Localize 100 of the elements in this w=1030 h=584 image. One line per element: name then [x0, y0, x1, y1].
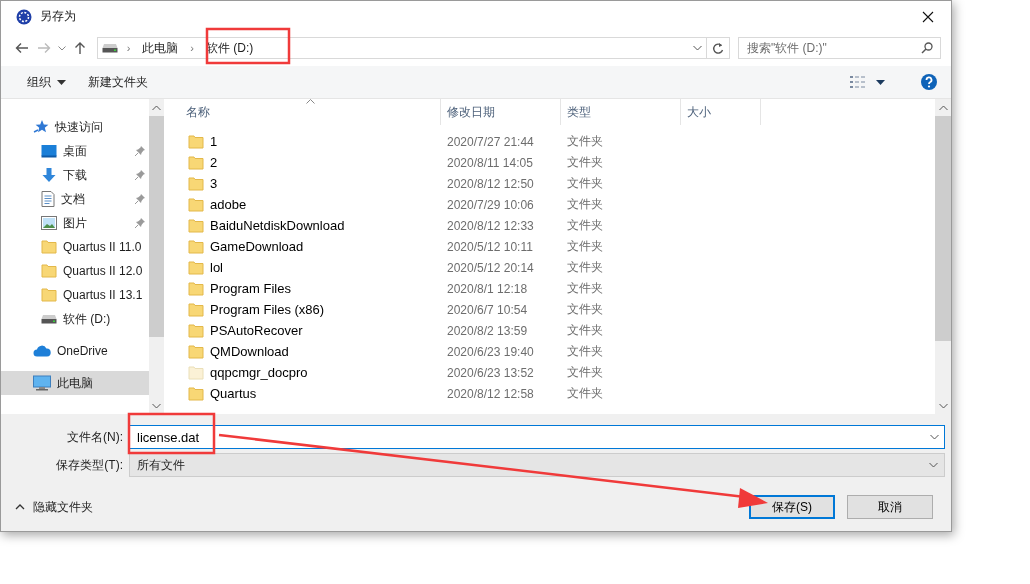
nav-item[interactable]: Quartus II 12.0	[1, 259, 149, 283]
computer-icon	[33, 375, 51, 391]
file-type-dropdown[interactable]: 所有文件	[129, 453, 945, 477]
date-cell-text: 2020/6/7 10:54	[446, 302, 529, 317]
folder-icon	[41, 288, 57, 302]
type-cell-text: 文件夹	[566, 322, 604, 339]
breadcrumb[interactable]: 此电脑	[139, 39, 182, 57]
chevron-up-icon	[15, 504, 25, 510]
date-cell-text: 2020/8/1 12:18	[446, 281, 529, 296]
date-cell-text: 2020/6/23 13:52	[446, 365, 535, 380]
file-name[interactable]: 1	[164, 134, 441, 149]
type-cell-text: 文件夹	[566, 343, 604, 360]
cancel-button[interactable]: 取消	[847, 495, 933, 519]
sort-caret-icon	[306, 99, 315, 104]
filename-field[interactable]: license.dat	[129, 425, 945, 449]
up-arrow-icon	[73, 41, 86, 55]
chevron-up-icon	[938, 104, 948, 111]
organize-menu-button[interactable]: 组织	[19, 70, 74, 94]
details-view-icon	[850, 76, 866, 88]
hide-folders-button[interactable]: 隐藏文件夹	[15, 496, 93, 518]
breadcrumb-separator: ›	[126, 42, 131, 54]
file-name[interactable]: PSAutoRecover	[164, 323, 441, 338]
date-cell-text: 2020/5/12 20:14	[446, 260, 535, 275]
file-name[interactable]: QMDownload	[164, 344, 441, 359]
file-name[interactable]: Program Files	[164, 281, 441, 296]
type-cell-text: 文件夹	[566, 238, 604, 255]
monitor-icon	[41, 144, 57, 158]
date-cell-text: 2020/8/12 12:33	[446, 218, 535, 233]
nav-item[interactable]: Quartus II 11.0	[1, 235, 149, 259]
type-cell-text: 文件夹	[566, 364, 604, 381]
search-field[interactable]: 搜索"软件 (D:)"	[738, 37, 941, 59]
date-cell-text: 2020/8/2 13:59	[446, 323, 529, 338]
file-type-label: 保存类型(T):	[55, 456, 124, 474]
search-icon	[921, 42, 933, 54]
nav-item[interactable]: 软件 (D:)	[1, 307, 149, 331]
star-icon	[33, 119, 49, 135]
file-name[interactable]: BaiduNetdiskDownload	[164, 218, 441, 233]
nav-item[interactable]: 快速访问	[1, 115, 149, 139]
chevron-down-icon	[692, 45, 702, 51]
nav-item[interactable]: 文档	[1, 187, 149, 211]
type-cell-text: 文件夹	[566, 217, 604, 234]
type-cell-text: 文件夹	[566, 259, 604, 276]
nav-item[interactable]: OneDrive	[1, 339, 149, 363]
type-cell-text: 文件夹	[566, 133, 604, 150]
date-cell-text: 2020/8/12 12:58	[446, 386, 535, 401]
refresh-button[interactable]	[707, 37, 730, 59]
type-cell-text: 文件夹	[566, 385, 604, 402]
folder-icon	[41, 264, 57, 278]
date-cell-text: 2020/7/29 10:06	[446, 197, 535, 212]
file-name[interactable]: Quartus	[164, 386, 441, 401]
back-arrow-icon	[14, 42, 29, 54]
refresh-icon	[712, 41, 725, 55]
dropdown-triangle-icon	[876, 79, 885, 85]
chevron-down-icon	[938, 402, 948, 409]
chevron-down-icon	[930, 434, 939, 440]
nav-item[interactable]: 下载	[1, 163, 149, 187]
date-cell-text: 2020/5/12 10:11	[446, 239, 534, 254]
chevron-down-icon	[152, 402, 161, 409]
dropdown-triangle-icon	[57, 79, 66, 85]
file-name[interactable]: lol	[164, 260, 441, 275]
chevron-up-icon	[152, 104, 161, 111]
scrollbar[interactable]	[149, 99, 164, 414]
breadcrumb-separator: ›	[190, 42, 194, 54]
chevron-down-icon	[929, 462, 938, 468]
app-icon	[16, 8, 32, 25]
picture-icon	[41, 216, 57, 230]
help-button[interactable]	[921, 74, 937, 90]
file-name[interactable]: 2	[164, 155, 441, 170]
file-name[interactable]: qqpcmgr_docpro	[164, 365, 441, 380]
drive-icon	[101, 43, 118, 53]
date-cell-text: 2020/7/27 21:44	[446, 134, 535, 149]
nav-item[interactable]: Quartus II 13.1	[1, 283, 149, 307]
document-icon	[41, 191, 55, 207]
drive-icon	[41, 314, 57, 324]
new-folder-button[interactable]: 新建文件夹	[80, 70, 156, 94]
type-cell-text: 文件夹	[566, 175, 604, 192]
down-arrow-icon	[41, 167, 57, 183]
file-name[interactable]: Program Files (x86)	[164, 302, 441, 317]
filename-label: 文件名(N):	[66, 428, 124, 446]
close-icon	[922, 10, 934, 23]
forward-arrow-icon	[36, 42, 51, 54]
nav-item[interactable]: 桌面	[1, 139, 149, 163]
date-cell-text: 2020/8/12 12:50	[446, 176, 535, 191]
window-title: 另存为	[40, 8, 76, 25]
nav-item[interactable]: 此电脑	[1, 371, 149, 395]
type-cell-text: 文件夹	[566, 154, 604, 171]
file-name[interactable]: GameDownload	[164, 239, 441, 254]
type-cell-text: 文件夹	[566, 280, 604, 297]
file-name[interactable]: 3	[164, 176, 441, 191]
chevron-down-icon	[57, 45, 66, 51]
scrollbar[interactable]	[935, 99, 951, 414]
type-cell-text: 文件夹	[566, 301, 604, 318]
file-name[interactable]: adobe	[164, 197, 441, 212]
date-cell-text: 2020/6/23 19:40	[446, 344, 535, 359]
folder-icon	[41, 240, 57, 254]
save-button[interactable]: 保存(S)	[749, 495, 835, 519]
nav-item[interactable]: 图片	[1, 211, 149, 235]
type-cell-text: 文件夹	[566, 196, 604, 213]
cloud-icon	[33, 345, 51, 357]
help-icon	[921, 74, 937, 90]
